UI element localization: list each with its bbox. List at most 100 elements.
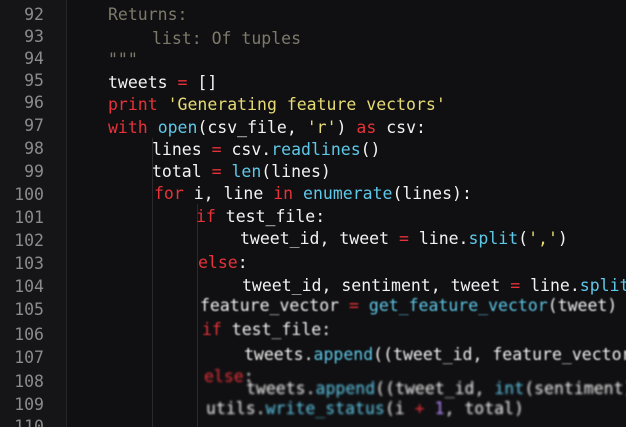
code-token: =	[211, 140, 222, 159]
code-token: 1	[434, 399, 445, 418]
code-token: csv:	[376, 118, 426, 137]
code-token: in	[273, 184, 294, 203]
code-token: 'r'	[306, 118, 337, 137]
code-text: with open(csv_file, 'r') as csv:	[108, 117, 426, 139]
code-token: split	[579, 276, 626, 295]
code-token: ','	[528, 229, 558, 248]
code-token: int	[494, 379, 525, 398]
code-token: if	[196, 207, 216, 226]
code-token: =	[510, 276, 521, 295]
code-token: line.	[408, 229, 469, 248]
line-number: 100	[14, 185, 44, 204]
line-number: 103	[14, 254, 44, 273]
code-token: 'Generating feature vectors'	[167, 95, 446, 114]
code-token: else	[204, 367, 244, 386]
code-text: else:	[198, 252, 248, 274]
code-token: )	[336, 118, 357, 137]
code-token: +	[414, 399, 425, 418]
code-token: tweet_id, tweet	[240, 229, 399, 248]
line-number: 102	[14, 231, 44, 250]
code-line[interactable]: 110 utils.write_status(i + 1, total)	[0, 0, 626, 427]
line-number: 99	[24, 162, 44, 181]
code-token: total	[152, 162, 212, 181]
line-number: 97	[24, 116, 44, 135]
line-number: 109	[14, 395, 44, 414]
code-token: []	[187, 73, 218, 92]
line-number: 94	[24, 49, 44, 68]
code-text: tweet_id, tweet = line.split(',')	[240, 228, 568, 250]
code-token: test_file:	[215, 207, 326, 226]
code-text: tweets.append((tweet_id, feature_vector)	[244, 344, 626, 366]
indent-guide	[197, 204, 198, 427]
code-token: (tweet)	[547, 296, 618, 315]
code-editor[interactable]: 92 Returns: 93 list: Of tuples 94 """ 95 tweets…	[0, 0, 626, 427]
line-number: 101	[14, 208, 44, 227]
code-token: readlines	[271, 140, 361, 159]
code-text: tweet_id, sentiment, tweet = line.split(…	[242, 275, 626, 297]
line-number: 93	[24, 27, 44, 46]
code-token: len	[231, 162, 262, 181]
line-number: 104	[14, 277, 44, 296]
code-token: utils.	[206, 399, 266, 418]
code-token: feature_vector	[200, 296, 350, 315]
line-number: 106	[14, 325, 44, 344]
code-token: with	[108, 118, 148, 137]
code-token: (i	[384, 399, 415, 418]
code-token: (sentiment),	[524, 379, 626, 398]
line-number: 110	[14, 417, 44, 427]
code-token: tweet_id, sentiment, tweet	[242, 276, 511, 295]
code-token: (csv_file,	[197, 118, 307, 137]
code-token: (lines)	[261, 162, 331, 181]
code-token: (lines):	[392, 184, 472, 203]
code-token: tweets.	[246, 379, 316, 398]
code-text: feature_vector = get_feature_vector(twee…	[200, 295, 617, 317]
code-text: if test_file:	[202, 319, 331, 341]
line-number: 107	[14, 348, 44, 367]
line-number: 95	[24, 71, 44, 90]
code-token: """	[108, 50, 138, 69]
code-text: list: Of tuples	[152, 28, 301, 50]
code-token: =	[177, 73, 188, 92]
code-token: test_file:	[221, 320, 332, 339]
code-token: ((tweet_id,	[375, 379, 495, 398]
code-token: )	[557, 229, 568, 248]
code-token: ((tweet_id, feature_vector)	[373, 345, 626, 364]
code-token: =	[398, 229, 409, 248]
gutter-divider	[66, 0, 67, 427]
code-token: line.	[520, 276, 580, 295]
code-token: for	[154, 184, 184, 203]
line-number: 96	[24, 93, 44, 112]
code-text: utils.write_status(i + 1, total)	[206, 398, 524, 420]
code-text: total = len(lines)	[152, 161, 331, 183]
code-token: append	[313, 345, 374, 364]
code-token: i, line	[183, 184, 274, 203]
code-token: if	[202, 320, 222, 339]
code-text: print 'Generating feature vectors'	[108, 94, 446, 116]
line-number: 98	[24, 139, 44, 158]
code-token: csv.	[221, 140, 272, 159]
code-token: :	[237, 253, 248, 272]
code-token: append	[315, 379, 376, 398]
code-token: else	[198, 253, 238, 272]
code-token: lines	[152, 140, 212, 159]
code-token: enumerate	[303, 184, 393, 203]
line-number: 105	[14, 300, 44, 319]
code-text: tweets = []	[108, 72, 217, 94]
code-token: split	[468, 229, 519, 248]
code-token: =	[349, 296, 359, 315]
code-text: """	[108, 49, 138, 71]
code-text: for i, line in enumerate(lines):	[154, 183, 472, 205]
line-number: 108	[14, 372, 44, 391]
code-token: tweets.	[244, 345, 314, 364]
code-token: list: Of tuples	[152, 29, 302, 48]
code-token: as	[356, 118, 377, 137]
code-token: get_feature_vector	[368, 296, 548, 315]
code-token: open	[157, 118, 198, 137]
code-token: =	[211, 162, 222, 181]
